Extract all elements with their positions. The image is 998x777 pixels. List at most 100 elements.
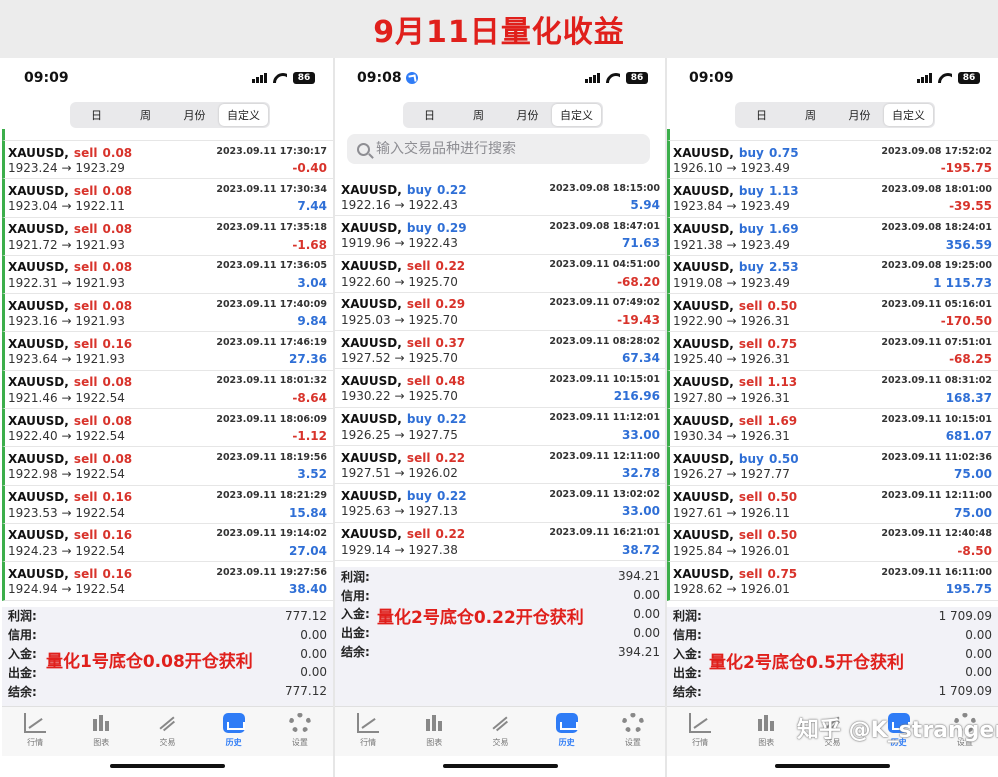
trade-row[interactable]: XAUUSD, buy 0.50 2023.09.11 11:02:36 1926.… (667, 447, 998, 486)
trade-row[interactable]: XAUUSD, sell 0.16 2023.09.11 18:21:29 1923… (2, 485, 333, 524)
tab-week[interactable]: 周 (454, 104, 503, 126)
tab-day[interactable]: 日 (72, 104, 121, 126)
nav-chart[interactable]: 图表 (409, 713, 459, 748)
nav-trade[interactable]: 交易 (475, 713, 525, 748)
nav-label: 交易 (159, 738, 176, 747)
tab-custom[interactable]: 自定义 (552, 104, 601, 126)
trade-row[interactable]: XAUUSD, buy 0.29 2023.09.08 18:47:01 1919.… (335, 216, 666, 255)
quotes-icon (357, 713, 380, 733)
trade-row[interactable]: XAUUSD, sell 0.22 2023.09.11 12:11:00 1927… (335, 446, 666, 485)
trade-row[interactable]: XAUUSD, sell 0.37 2023.09.11 08:28:02 1927… (335, 331, 666, 370)
tab-week[interactable]: 周 (121, 104, 170, 126)
nav-chart[interactable]: 图表 (76, 713, 126, 748)
trade-row[interactable]: XAUUSD, sell 0.22 2023.09.11 16:21:01 1929… (335, 523, 666, 561)
trade-header: XAUUSD, sell 0.22 2023.09.11 16:21:01 (341, 523, 660, 541)
trade-profit: 195.75 (945, 582, 992, 597)
tab-day[interactable]: 日 (405, 104, 454, 126)
trade-row[interactable]: XAUUSD, sell 0.16 2023.09.11 19:27:56 1924… (2, 562, 333, 601)
home-indicator (110, 764, 225, 768)
trade-profit: 33.00 (622, 427, 660, 442)
nav-quotes[interactable]: 行情 (343, 713, 393, 748)
trade-row[interactable]: XAUUSD, sell 0.48 2023.09.11 10:15:01 1930… (335, 369, 666, 408)
nav-history[interactable]: 历史 (542, 713, 592, 748)
trade-datetime: 2023.09.11 17:36:05 (216, 260, 327, 272)
nav-settings[interactable]: 设置 (275, 713, 325, 748)
tab-custom[interactable]: 自定义 (884, 104, 933, 126)
close-price: 1921.93 (75, 314, 125, 329)
open-price: 1925.63 (341, 504, 391, 519)
nav-history[interactable]: 历史 (209, 713, 259, 748)
summary-row: 结余: 394.21 (335, 642, 666, 661)
search-box[interactable] (347, 134, 650, 164)
tab-month[interactable]: 月份 (503, 104, 552, 126)
trade-row[interactable]: XAUUSD, sell 0.08 2023.09.11 18:01:32 1921… (2, 370, 333, 410)
trade-price-range: 1927.80 → 1926.31 (673, 390, 790, 405)
trade-direction: sell (73, 375, 98, 390)
trade-row[interactable]: XAUUSD, sell 0.08 2023.09.11 17:35:18 1921… (2, 217, 333, 256)
trade-profit: -68.25 (949, 352, 992, 367)
summary-label: 结余: (341, 645, 370, 660)
trade-header: XAUUSD, sell 0.22 2023.09.11 12:11:00 (341, 446, 660, 465)
trade-row[interactable]: XAUUSD, sell 0.16 2023.09.11 19:14:02 1924… (2, 523, 333, 563)
trade-symbol: XAUUSD, (341, 182, 402, 197)
trade-lot: 0.75 (767, 566, 798, 581)
trade-row[interactable]: XAUUSD, buy 2.53 2023.09.08 19:25:00 1919.… (667, 255, 998, 295)
trade-instrument: XAUUSD, buy 0.22 (341, 408, 467, 427)
nav-chart[interactable]: 图表 (741, 713, 791, 748)
trade-row[interactable]: XAUUSD, buy 0.22 2023.09.08 18:15:00 1922.… (335, 178, 666, 217)
trade-row[interactable]: XAUUSD, sell 0.08 2023.09.11 17:40:09 1923… (2, 294, 333, 333)
nav-quotes[interactable]: 行情 (10, 713, 60, 748)
close-price: 1925.70 (408, 389, 458, 404)
trade-row[interactable]: XAUUSD, buy 0.22 2023.09.11 13:02:02 1925.… (335, 484, 666, 523)
trade-prices: 1922.40 → 1922.54 -1.12 (8, 427, 327, 445)
trade-row[interactable]: XAUUSD, sell 0.16 2023.09.11 17:46:19 1923… (2, 332, 333, 371)
trade-row[interactable]: XAUUSD, sell 0.08 2023.09.11 18:06:09 1922… (2, 409, 333, 448)
trade-row[interactable]: XAUUSD, sell 0.08 2023.09.11 18:19:56 1922… (2, 447, 333, 486)
trade-direction: sell (406, 335, 431, 350)
nav-trade[interactable]: 交易 (142, 713, 192, 748)
trade-row[interactable]: XAUUSD, sell 0.08 2023.09.11 17:30:17 1923… (2, 141, 333, 180)
search-input[interactable] (376, 141, 636, 157)
trade-direction: sell (73, 336, 98, 351)
wifi-icon (606, 73, 620, 83)
trade-header: XAUUSD, sell 0.16 2023.09.11 18:21:29 (8, 486, 327, 504)
trade-row[interactable]: XAUUSD, sell 0.50 2023.09.11 05:16:01 1922… (667, 294, 998, 333)
trade-list[interactable]: XAUUSD, sell 0.08 2023.09.11 17:30:17 1923… (2, 129, 333, 601)
trade-row[interactable]: XAUUSD, sell 0.29 2023.09.11 07:49:02 1925… (335, 293, 666, 332)
nav-settings[interactable]: 设置 (608, 713, 658, 748)
trade-list[interactable]: XAUUSD, buy 0.75 2023.09.08 17:52:02 1926.… (667, 129, 998, 601)
trade-row[interactable]: XAUUSD, buy 0.75 2023.09.08 17:52:02 1926.… (667, 141, 998, 180)
tab-day[interactable]: 日 (737, 104, 786, 126)
trade-instrument: XAUUSD, sell 0.08 (8, 256, 132, 275)
trade-row[interactable]: XAUUSD, buy 0.22 2023.09.11 11:12:01 1926.… (335, 408, 666, 447)
trade-list[interactable]: XAUUSD, buy 0.22 2023.09.08 18:15:00 1922.… (335, 178, 666, 561)
trade-row[interactable]: XAUUSD, sell 0.08 2023.09.11 17:36:05 1922… (2, 255, 333, 295)
nav-quotes[interactable]: 行情 (675, 713, 725, 748)
trade-profit: 3.04 (297, 275, 327, 290)
trade-row[interactable]: XAUUSD, buy 1.69 2023.09.08 18:24:01 1921.… (667, 217, 998, 256)
trade-price-range: 1923.53 → 1922.54 (8, 505, 125, 520)
tab-custom[interactable]: 自定义 (219, 104, 268, 126)
close-price: 1921.93 (75, 352, 125, 367)
trade-row[interactable]: XAUUSD, sell 0.75 2023.09.11 07:51:01 1925… (667, 332, 998, 371)
summary-value: 1 709.09 (938, 684, 992, 699)
trade-row[interactable]: XAUUSD, sell 0.22 2023.09.11 04:51:00 1922… (335, 255, 666, 293)
tab-week[interactable]: 周 (786, 104, 835, 126)
trade-row[interactable]: XAUUSD, sell 0.50 2023.09.11 12:11:00 1927… (667, 485, 998, 524)
close-price: 1922.54 (75, 390, 125, 405)
trade-price-range: 1927.52 → 1925.70 (341, 351, 458, 366)
tab-month[interactable]: 月份 (170, 104, 219, 126)
annotation-text: 量化2号底仓0.5开仓获利 (709, 653, 904, 673)
trade-row[interactable]: XAUUSD, buy 1.13 2023.09.08 18:01:00 1923.… (667, 179, 998, 218)
trade-row[interactable]: XAUUSD, sell 1.69 2023.09.11 10:15:01 1930… (667, 409, 998, 448)
trade-prices: 1930.34 → 1926.31 681.07 (673, 427, 992, 445)
tab-month[interactable]: 月份 (835, 104, 884, 126)
trade-row[interactable]: XAUUSD, sell 1.13 2023.09.11 08:31:02 1927… (667, 370, 998, 410)
trade-symbol: XAUUSD, (8, 375, 69, 390)
trade-row[interactable]: XAUUSD, sell 0.75 2023.09.11 16:11:00 1928… (667, 562, 998, 601)
trade-instrument: XAUUSD, sell 0.08 (8, 180, 132, 199)
open-price: 1924.94 (8, 582, 58, 597)
trade-row[interactable]: XAUUSD, sell 0.08 2023.09.11 17:30:34 1923… (2, 179, 333, 218)
summary-value: 0.00 (300, 646, 327, 661)
trade-row[interactable]: XAUUSD, sell 0.50 2023.09.11 12:40:48 1925… (667, 523, 998, 563)
